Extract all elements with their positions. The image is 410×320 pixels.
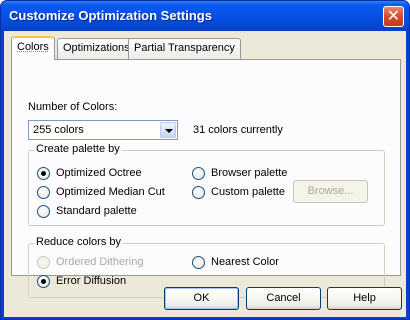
create-palette-legend: Create palette by (34, 143, 122, 155)
reduce-colors-legend: Reduce colors by (34, 236, 123, 248)
number-of-colors-select[interactable]: 255 colors (28, 120, 178, 140)
radio-dot[interactable] (37, 205, 50, 218)
radio-nearest-color-label: Nearest Color (211, 256, 279, 268)
dialog-client-area: Colors Optimizations Partial Transparenc… (4, 31, 406, 317)
colors-tab-panel: Number of Colors: 255 colors 31 colors c… (11, 59, 401, 298)
radio-dot[interactable] (37, 186, 50, 199)
tab-partial-transparency-label: Partial Transparency (134, 42, 235, 54)
tab-colors[interactable]: Colors (11, 36, 55, 60)
radio-optimized-octree-label: Optimized Octree (56, 167, 142, 179)
number-of-colors-label: Number of Colors: (28, 101, 118, 113)
radio-standard-palette-label: Standard palette (56, 205, 137, 217)
radio-ordered-dithering-label: Ordered Dithering (56, 256, 144, 268)
radio-dot[interactable] (37, 167, 50, 180)
create-palette-group: Create palette by Optimized Octree Optim… (28, 143, 385, 226)
radio-dot[interactable] (192, 186, 205, 199)
browse-button[interactable]: Browse... (293, 180, 368, 203)
title-bar[interactable]: Customize Optimization Settings ✕ (1, 1, 409, 31)
tab-partial-transparency[interactable]: Partial Transparency (128, 38, 241, 59)
radio-error-diffusion-label: Error Diffusion (56, 275, 127, 287)
tab-optimizations-label: Optimizations (63, 42, 130, 54)
colors-currently-text: 31 colors currently (193, 124, 283, 136)
cancel-button[interactable]: Cancel (246, 287, 321, 310)
radio-custom-palette-label: Custom palette (211, 186, 285, 198)
radio-dot[interactable] (192, 256, 205, 269)
tab-colors-label: Colors (17, 41, 49, 53)
radio-dot[interactable] (192, 167, 205, 180)
radio-browser-palette-label: Browser palette (211, 167, 288, 179)
chevron-down-icon[interactable] (160, 122, 176, 138)
close-icon: ✕ (386, 6, 401, 25)
window-title: Customize Optimization Settings (9, 8, 212, 23)
radio-dot[interactable] (37, 275, 50, 288)
dialog-window: Customize Optimization Settings ✕ Colors… (0, 0, 410, 320)
radio-dot (37, 256, 50, 269)
help-button[interactable]: Help (327, 287, 402, 310)
close-button[interactable]: ✕ (383, 6, 404, 27)
number-of-colors-value: 255 colors (33, 124, 84, 136)
radio-optimized-median-cut-label: Optimized Median Cut (56, 186, 165, 198)
ok-button[interactable]: OK (164, 287, 239, 310)
tab-optimizations[interactable]: Optimizations (57, 38, 136, 59)
